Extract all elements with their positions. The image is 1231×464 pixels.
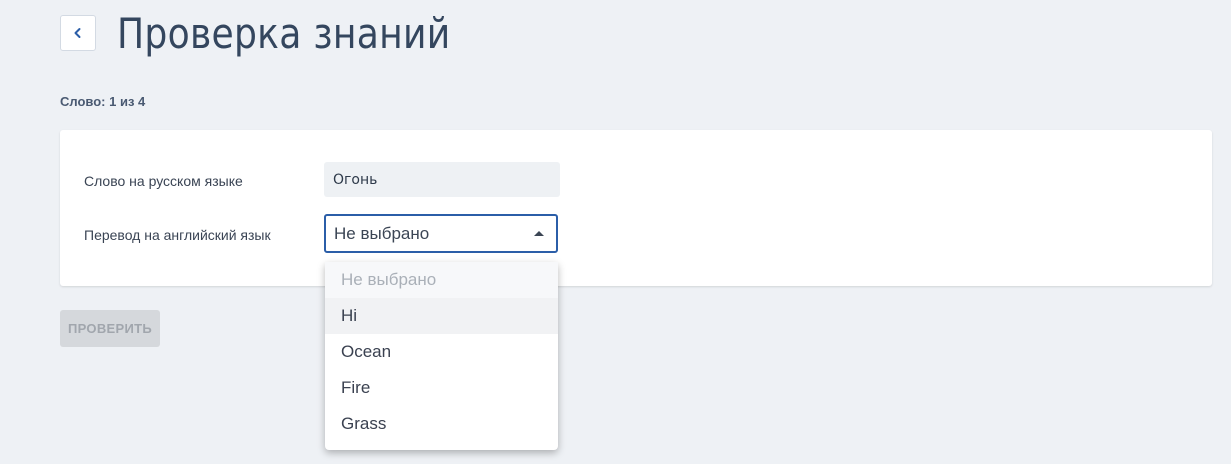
translation-select[interactable]: Не выбрано <box>324 214 558 253</box>
back-button[interactable] <box>60 15 96 51</box>
translation-dropdown: Не выбрано Hi Ocean Fire Grass <box>325 262 558 450</box>
caret-up-icon <box>534 231 544 236</box>
check-button[interactable]: ПРОВЕРИТЬ <box>60 310 160 347</box>
chevron-left-icon <box>74 28 81 38</box>
dropdown-option-ocean[interactable]: Ocean <box>325 334 558 370</box>
russian-word-label: Слово на русском языке <box>84 173 243 189</box>
russian-word-field: Огонь <box>324 162 560 197</box>
dropdown-option-placeholder: Не выбрано <box>325 262 558 298</box>
page-title: Проверка знаний <box>117 9 451 58</box>
page: Проверка знаний Слово: 1 из 4 Слово на р… <box>0 0 1231 464</box>
english-translation-label: Перевод на английский язык <box>84 227 271 243</box>
dropdown-option-grass[interactable]: Grass <box>325 406 558 442</box>
dropdown-option-hi[interactable]: Hi <box>325 298 558 334</box>
quiz-card: Слово на русском языке Огонь Перевод на … <box>60 130 1212 286</box>
select-value: Не выбрано <box>334 223 430 243</box>
word-progress: Слово: 1 из 4 <box>60 94 146 109</box>
dropdown-option-fire[interactable]: Fire <box>325 370 558 406</box>
